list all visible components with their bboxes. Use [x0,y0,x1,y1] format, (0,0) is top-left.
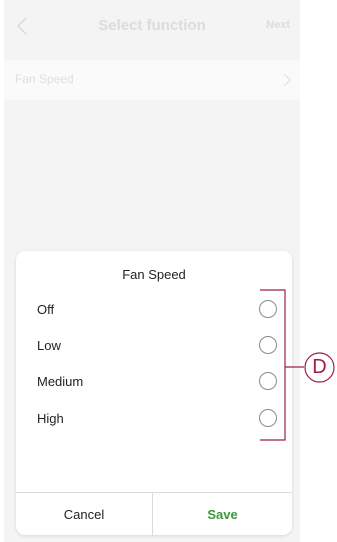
option-medium[interactable]: Medium [16,367,292,397]
option-label: Off [37,302,55,317]
fan-speed-sheet: Fan Speed Off Low Medium High Cancel Sav… [16,251,292,536]
option-label: High [37,411,64,426]
function-row-fan-speed[interactable]: Fan Speed [4,60,300,100]
option-high[interactable]: High [16,404,292,434]
cancel-button[interactable]: Cancel [16,493,153,536]
option-label: Low [37,338,61,353]
app-screen: Select function Next Fan Speed Fan Speed… [4,0,300,542]
radio-button[interactable] [259,336,277,354]
radio-button[interactable] [259,409,277,427]
option-low[interactable]: Low [16,331,292,361]
page-title: Select function [98,17,206,34]
next-button[interactable]: Next [266,19,290,31]
sheet-title: Fan Speed [122,267,186,282]
option-label: Medium [37,374,84,389]
top-bar: Select function Next [4,0,300,52]
callout-label: D [312,356,327,378]
option-off[interactable]: Off [16,295,292,325]
save-button[interactable]: Save [153,493,292,536]
radio-button[interactable] [259,300,277,318]
chevron-right-icon [282,73,292,87]
sheet-footer: Cancel Save [16,492,292,536]
radio-button[interactable] [259,372,277,390]
function-row-label: Fan Speed [15,72,74,86]
